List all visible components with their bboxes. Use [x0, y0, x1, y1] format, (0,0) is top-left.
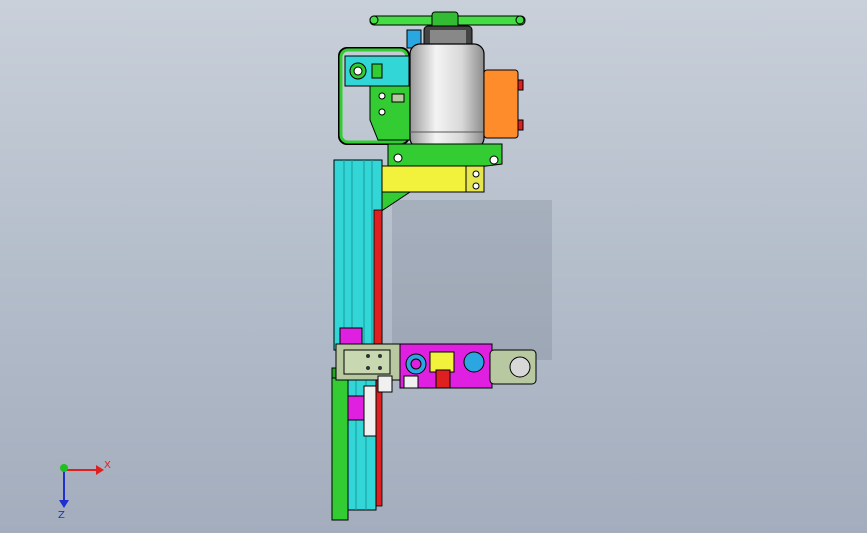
yellow-arm[interactable]	[379, 165, 485, 193]
assembly-model[interactable]: X Z	[0, 0, 867, 533]
z-axis-label: Z	[58, 510, 65, 521]
gripper-arm[interactable]	[489, 349, 537, 385]
green-cylinder-rod[interactable]	[331, 367, 349, 521]
model-shadow	[392, 200, 552, 360]
x-axis-label: X	[104, 460, 111, 471]
cyan-mount-block[interactable]	[344, 55, 410, 87]
lever-end-right	[515, 15, 525, 25]
motor-base-plate[interactable]	[387, 143, 503, 169]
coordinate-triad: X Z	[52, 458, 111, 521]
lever-end-left	[369, 15, 379, 25]
orange-gearbox[interactable]	[483, 69, 524, 139]
green-bracket-plate[interactable]	[369, 85, 411, 141]
gripper-housing[interactable]	[399, 343, 493, 389]
cad-viewport[interactable]: X Z	[0, 0, 867, 533]
y-axis-marker	[60, 464, 68, 472]
